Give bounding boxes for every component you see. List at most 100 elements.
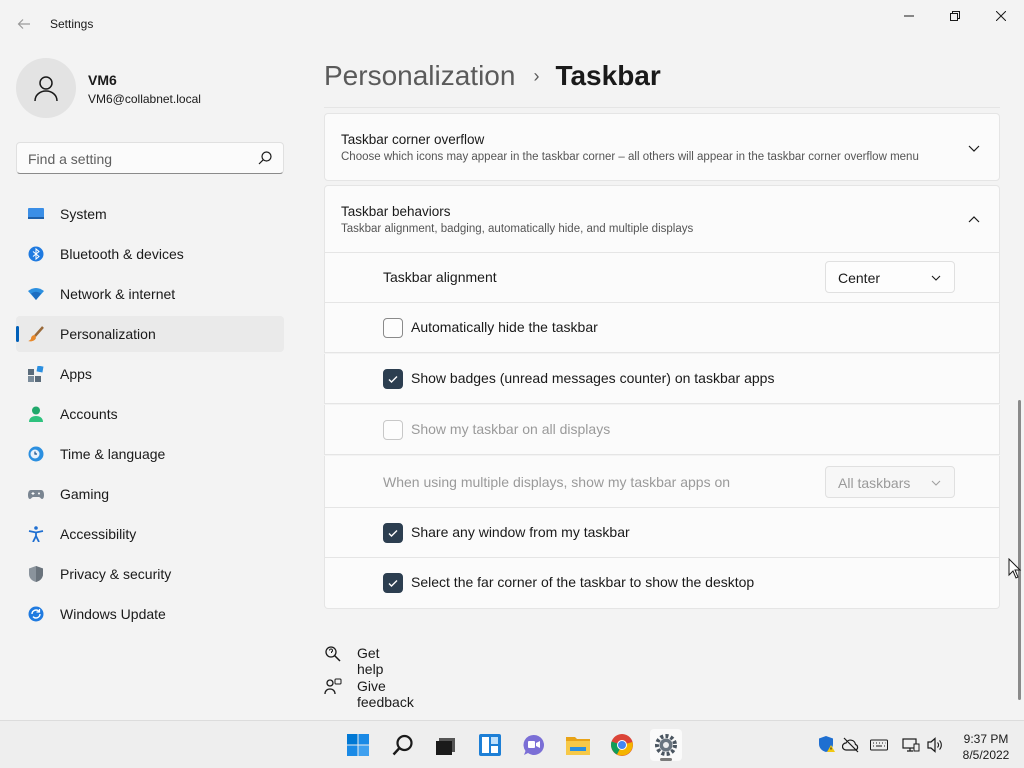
sidebar-item-label: System xyxy=(60,206,107,222)
share-window-row[interactable]: Share any window from my taskbar xyxy=(324,508,1000,558)
taskbar-search-button[interactable] xyxy=(387,729,419,761)
network-icon xyxy=(28,288,44,300)
sidebar-item-label: Windows Update xyxy=(60,606,166,622)
minimize-button[interactable] xyxy=(886,0,932,32)
chevron-up-icon[interactable] xyxy=(967,213,981,227)
checkmark-icon xyxy=(388,530,398,537)
user-icon xyxy=(34,76,58,102)
all-displays-checkbox xyxy=(383,420,403,440)
auto-hide-checkbox[interactable] xyxy=(383,318,403,338)
show-badges-label: Show badges (unread messages counter) on… xyxy=(411,370,775,386)
title-bar: Settings xyxy=(0,0,1024,48)
sidebar-item-bluetooth[interactable]: Bluetooth & devices xyxy=(16,236,284,272)
taskbar-clock[interactable]: 9:37 PM 8/5/2022 xyxy=(956,731,1016,763)
widgets-icon xyxy=(479,734,501,756)
all-displays-label: Show my taskbar on all displays xyxy=(411,421,611,437)
sidebar-item-time-language[interactable]: Time & language xyxy=(16,436,284,472)
sidebar-item-label: Accessibility xyxy=(60,526,137,542)
show-badges-row[interactable]: Show badges (unread messages counter) on… xyxy=(324,354,1000,404)
mouse-cursor-icon xyxy=(1008,558,1022,579)
sidebar-item-label: Apps xyxy=(60,366,92,382)
back-button[interactable] xyxy=(12,12,36,36)
apps-icon xyxy=(28,366,44,382)
share-window-checkbox[interactable] xyxy=(383,523,403,543)
chrome-icon xyxy=(611,734,633,756)
breadcrumb: Personalization › Taskbar xyxy=(324,58,661,94)
multi-display-row: When using multiple displays, show my ta… xyxy=(324,456,1000,508)
settings-button[interactable] xyxy=(650,729,682,761)
file-explorer-icon xyxy=(566,737,590,755)
sidebar-item-apps[interactable]: Apps xyxy=(16,356,284,392)
display-icon[interactable] xyxy=(902,736,920,754)
sidebar-item-gaming[interactable]: Gaming xyxy=(16,476,284,512)
defender-warning-icon[interactable] xyxy=(818,736,836,754)
sidebar-item-system[interactable]: System xyxy=(16,196,284,232)
chevron-down-icon xyxy=(931,480,941,486)
sidebar-item-label: Personalization xyxy=(60,326,156,342)
give-feedback-label: Give feedback xyxy=(357,678,414,710)
personalization-brush-icon xyxy=(28,326,44,342)
dropdown-value: Center xyxy=(838,270,881,286)
privacy-shield-icon xyxy=(29,566,43,582)
checkmark-icon xyxy=(388,376,398,383)
sidebar-item-label: Bluetooth & devices xyxy=(60,246,184,262)
breadcrumb-separator: › xyxy=(533,65,540,86)
search-icon xyxy=(258,151,272,165)
file-explorer-button[interactable] xyxy=(562,729,594,761)
give-feedback-link[interactable]: Give feedback xyxy=(324,676,414,710)
sidebar-item-personalization[interactable]: Personalization xyxy=(16,316,284,352)
close-button[interactable] xyxy=(978,0,1024,32)
show-desktop-row[interactable]: Select the far corner of the taskbar to … xyxy=(324,558,1000,609)
show-desktop-checkbox[interactable] xyxy=(383,573,403,593)
sidebar-nav: System Bluetooth & devices Network & int… xyxy=(16,196,284,636)
sidebar-item-accounts[interactable]: Accounts xyxy=(16,396,284,432)
sidebar-item-accessibility[interactable]: Accessibility xyxy=(16,516,284,552)
behaviors-description: Taskbar alignment, badging, automaticall… xyxy=(341,223,694,235)
get-help-link[interactable]: Get help xyxy=(324,643,383,677)
breadcrumb-parent[interactable]: Personalization xyxy=(324,60,515,92)
multi-display-dropdown: All taskbars xyxy=(825,466,955,498)
accounts-icon xyxy=(29,406,43,422)
scrollbar[interactable] xyxy=(1018,400,1021,700)
avatar xyxy=(16,58,76,118)
card-edge xyxy=(324,106,1000,108)
sidebar-item-privacy-security[interactable]: Privacy & security xyxy=(16,556,284,592)
accessibility-icon xyxy=(28,526,44,542)
behaviors-card-header[interactable]: Taskbar behaviors Taskbar alignment, bad… xyxy=(324,185,1000,253)
bluetooth-icon xyxy=(28,246,44,262)
gaming-icon xyxy=(28,490,44,499)
sidebar-item-label: Gaming xyxy=(60,486,110,502)
windows-update-icon xyxy=(28,606,44,622)
task-view-icon xyxy=(436,738,455,755)
corner-overflow-card[interactable]: Taskbar corner overflow Choose which ico… xyxy=(324,113,1000,181)
time-language-icon xyxy=(28,446,44,462)
chat-button[interactable] xyxy=(518,729,550,761)
widgets-button[interactable] xyxy=(474,729,506,761)
start-button[interactable] xyxy=(342,729,374,761)
sidebar-item-label: Privacy & security xyxy=(60,566,172,582)
settings-icon xyxy=(655,734,677,756)
taskbar-alignment-dropdown[interactable]: Center xyxy=(825,261,955,293)
app-title: Settings xyxy=(50,17,94,31)
search-input[interactable]: Find a setting xyxy=(16,142,284,174)
chevron-down-icon[interactable] xyxy=(967,141,981,155)
profile-email: VM6@collabnet.local xyxy=(88,92,201,106)
auto-hide-label: Automatically hide the taskbar xyxy=(411,319,598,335)
all-displays-row: Show my taskbar on all displays xyxy=(324,405,1000,455)
keyboard-icon[interactable] xyxy=(870,736,888,754)
system-icon xyxy=(28,208,44,219)
auto-hide-row[interactable]: Automatically hide the taskbar xyxy=(324,303,1000,353)
onedrive-offline-icon[interactable] xyxy=(842,736,860,754)
user-profile[interactable]: VM6 VM6@collabnet.local xyxy=(16,58,286,118)
back-arrow-icon xyxy=(17,19,30,29)
show-badges-checkbox[interactable] xyxy=(383,369,403,389)
show-desktop-label: Select the far corner of the taskbar to … xyxy=(411,574,755,590)
sidebar-item-windows-update[interactable]: Windows Update xyxy=(16,596,284,632)
profile-name: VM6 xyxy=(88,72,117,88)
clock-date: 8/5/2022 xyxy=(962,748,1010,762)
sidebar-item-network[interactable]: Network & internet xyxy=(16,276,284,312)
volume-icon[interactable] xyxy=(926,736,944,754)
chrome-button[interactable] xyxy=(606,729,638,761)
maximize-button[interactable] xyxy=(932,0,978,32)
task-view-button[interactable] xyxy=(430,729,462,761)
